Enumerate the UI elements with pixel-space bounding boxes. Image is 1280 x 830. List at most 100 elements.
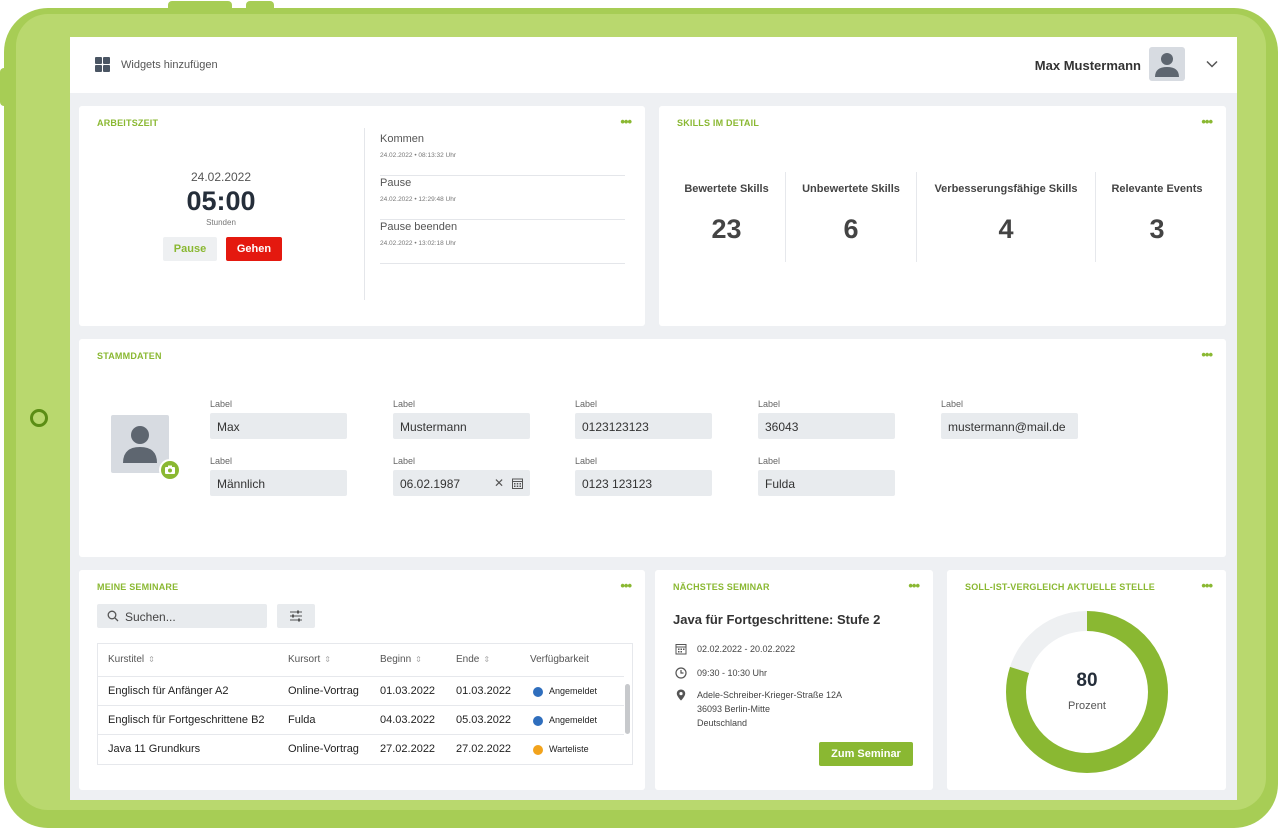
time-log-title: Kommen (380, 133, 425, 145)
time-log-meta: 24.02.2022 • 13:02:18 Uhr (380, 240, 457, 247)
column-header[interactable]: Beginn ⇕ (380, 644, 422, 676)
calendar-icon (675, 644, 687, 655)
skill-stat-value: 4 (998, 214, 1014, 244)
skill-stat-value: 6 (843, 214, 859, 244)
cell-beginn: 27.02.2022 (380, 743, 436, 755)
field-nachname: Label Mustermann (393, 399, 530, 439)
divider (916, 172, 917, 262)
work-time: 05:00 (186, 186, 256, 216)
table-row[interactable]: Englisch für Anfänger A2 Online-Vortrag … (98, 676, 624, 705)
user-avatar[interactable] (1149, 47, 1185, 81)
filter-button[interactable] (277, 604, 315, 628)
field-label: Label (210, 399, 233, 409)
column-header-label: Kurstitel (108, 654, 145, 665)
table-row[interactable]: Englisch für Fortgeschrittene B2 Fulda 0… (98, 705, 624, 734)
text-input[interactable]: 0123123123 (575, 413, 712, 439)
camera-icon[interactable] (159, 459, 181, 481)
email-input[interactable]: mustermann@mail.de (941, 413, 1078, 439)
status-dot-icon (533, 744, 543, 755)
skill-stat[interactable]: Verbesserungsfähige Skills 4 (918, 168, 1094, 264)
skills-card: SKILLS IM DETAIL ••• Bewertete Skills 23… (659, 106, 1226, 326)
field-birthdate: Label 06.02.1987 ✕ (393, 456, 530, 496)
table-scrollbar[interactable] (625, 684, 630, 734)
stammdaten-card: STAMMDATEN ••• Label Max Label Musterman… (79, 339, 1226, 557)
add-widgets-button[interactable]: Widgets hinzufügen (95, 57, 218, 72)
cell-kursort: Online-Vortrag (288, 685, 359, 697)
search-icon (107, 610, 119, 622)
add-widgets-label: Widgets hinzufügen (121, 58, 218, 71)
tablet-volume-button (246, 1, 274, 11)
more-options-icon[interactable]: ••• (908, 578, 920, 593)
column-header[interactable]: Kurstitel ⇕ (108, 644, 155, 676)
more-options-icon[interactable]: ••• (620, 578, 632, 593)
user-name[interactable]: Max Mustermann (1035, 58, 1141, 73)
more-options-icon[interactable]: ••• (1201, 347, 1213, 362)
calendar-icon[interactable] (512, 478, 523, 489)
zum-seminar-button[interactable]: Zum Seminar (819, 742, 913, 766)
status-label: Angemeldet (549, 715, 598, 725)
more-options-icon[interactable]: ••• (620, 114, 632, 129)
card-title: MEINE SEMINARE (97, 582, 179, 592)
cell-ende: 05.03.2022 (456, 714, 512, 726)
more-options-icon[interactable]: ••• (1201, 114, 1213, 129)
tablet-power-button (168, 1, 232, 11)
meine-seminare-card: MEINE SEMINARE ••• Suchen... Kurstitel ⇕ … (79, 570, 645, 790)
table-row[interactable]: Java 11 Grundkurs Online-Vortrag 27.02.2… (98, 734, 624, 763)
cell-kurstitel: Englisch für Anfänger A2 (108, 685, 229, 697)
skill-stat-label: Unbewertete Skills (802, 183, 900, 195)
date-input[interactable]: 06.02.1987 ✕ (393, 470, 530, 496)
card-title: SOLL-IST-VERGLEICH AKTUELLE STELLE (965, 582, 1155, 592)
text-input[interactable]: 36043 (758, 413, 895, 439)
divider (364, 128, 365, 300)
skill-stat[interactable]: Relevante Events 3 (1097, 168, 1217, 264)
field-label: Label (210, 456, 233, 466)
chevron-down-icon[interactable] (1205, 57, 1219, 71)
card-title: NÄCHSTES SEMINAR (673, 582, 770, 592)
cell-status: Warteliste (533, 735, 589, 764)
tablet-side-button (0, 68, 8, 106)
column-header[interactable]: Kursort ⇕ (288, 644, 331, 676)
field-label: Label (941, 399, 964, 409)
dashboard-screen: Widgets hinzufügen Max Mustermann ARBEIT… (70, 37, 1237, 800)
time-log-meta: 24.02.2022 • 12:29:48 Uhr (380, 196, 457, 203)
field-label: Label (393, 456, 416, 466)
field-label: Label (393, 399, 416, 409)
text-input[interactable]: Max (210, 413, 347, 439)
field-gender: Label Männlich (210, 456, 347, 496)
field-mobile: Label 0123 123123 (575, 456, 712, 496)
divider (785, 172, 786, 262)
gehen-button[interactable]: Gehen (226, 237, 282, 261)
text-input[interactable]: 0123 123123 (575, 470, 712, 496)
divider (1095, 172, 1096, 262)
sort-icon: ⇕ (415, 655, 422, 664)
clear-icon[interactable]: ✕ (494, 476, 504, 490)
field-label: Label (575, 456, 598, 466)
time-log-item: Kommen 24.02.2022 • 08:13:32 Uhr (380, 132, 625, 176)
card-title: STAMMDATEN (97, 351, 162, 361)
card-title: ARBEITSZEIT (97, 118, 159, 128)
text-input[interactable]: Fulda (758, 470, 895, 496)
text-input[interactable]: Männlich (210, 470, 347, 496)
soll-ist-card: SOLL-IST-VERGLEICH AKTUELLE STELLE ••• 8… (947, 570, 1226, 790)
donut-chart (1006, 611, 1168, 773)
text-input[interactable]: Mustermann (393, 413, 530, 439)
search-input[interactable]: Suchen... (97, 604, 267, 628)
date-value: 06.02.1987 (400, 477, 461, 491)
grid-icon (95, 57, 110, 72)
more-options-icon[interactable]: ••• (1201, 578, 1213, 593)
clock-icon (675, 667, 687, 679)
skill-stat[interactable]: Bewertete Skills 23 (669, 168, 784, 264)
time-log-title: Pause beenden (380, 221, 458, 233)
arbeitszeit-card: ARBEITSZEIT ••• 24.02.2022 05:00 Stunden… (79, 106, 645, 326)
address-line: Deutschland (697, 718, 748, 728)
seminar-time-row: 09:30 - 10:30 Uhr (675, 666, 767, 680)
field-label: Label (758, 399, 781, 409)
pause-button[interactable]: Pause (163, 237, 217, 261)
column-header[interactable]: Ende ⇕ (456, 644, 490, 676)
cell-ende: 01.03.2022 (456, 685, 512, 697)
search-placeholder: Suchen... (125, 610, 176, 624)
work-date: 24.02.2022 (190, 170, 252, 184)
skill-stat-label: Bewertete Skills (684, 183, 769, 195)
skill-stat[interactable]: Unbewertete Skills 6 (787, 168, 915, 264)
sliders-icon (290, 610, 302, 622)
